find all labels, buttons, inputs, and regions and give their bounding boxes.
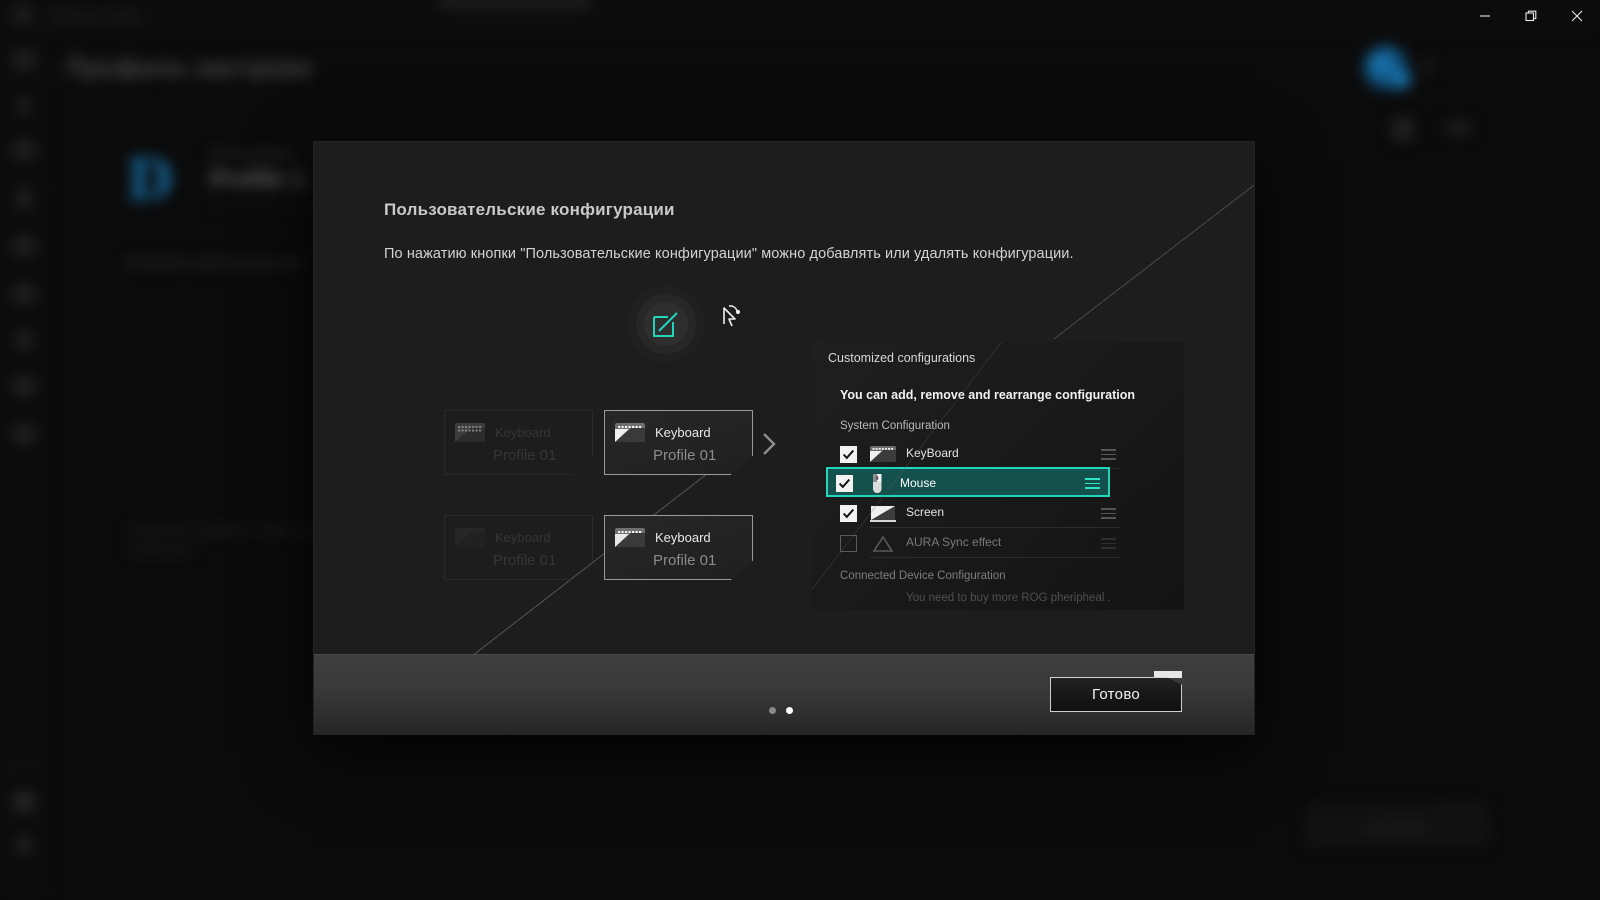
modal-footer: Готово xyxy=(314,654,1254,734)
row-divider xyxy=(870,527,1120,528)
keyboard-icon xyxy=(870,445,896,464)
preview-group-system: System Configuration xyxy=(840,420,950,432)
profile-card-profile: Profile 01 xyxy=(653,447,717,464)
profile-sublabel: Мои профили xyxy=(210,146,294,161)
click-cursor-icon xyxy=(718,302,746,332)
keyboard-icon xyxy=(615,423,645,442)
sidebar-item-scenario[interactable] xyxy=(13,284,35,304)
checkbox-screen[interactable] xyxy=(840,505,857,522)
background-save-button-label: Сохранить xyxy=(1364,818,1430,834)
aura-icon xyxy=(870,534,896,553)
done-button-corner-tab xyxy=(1154,671,1182,678)
edit-pencil-icon xyxy=(652,310,680,338)
footer-help-icon[interactable] xyxy=(14,792,34,812)
footer-info-icon[interactable] xyxy=(14,835,34,855)
chevron-right-icon[interactable] xyxy=(762,432,776,463)
title-bar-strip xyxy=(440,0,590,4)
app-title: Armoury Crate xyxy=(50,8,140,24)
done-button[interactable]: Готово xyxy=(1050,677,1182,712)
profile-card-4[interactable]: Keyboard Profile 01 xyxy=(604,515,753,580)
profile-card-profile: Profile 01 xyxy=(493,552,557,569)
link-icon[interactable] xyxy=(1446,120,1470,136)
drag-handle-icon[interactable] xyxy=(1101,508,1116,522)
modal-body: Пользовательские конфигурации По нажатию… xyxy=(314,142,1254,654)
close-icon[interactable] xyxy=(1554,0,1600,32)
profile-card-1[interactable]: Keyboard Profile 01 xyxy=(444,410,593,475)
background-left-label: ASUS xyxy=(8,760,38,772)
profile-card-3[interactable]: Keyboard Profile 01 xyxy=(444,515,593,580)
config-row-keyboard[interactable]: KeyBoard xyxy=(830,443,1120,469)
sidebar-item-home[interactable] xyxy=(13,50,35,70)
sidebar-item-person[interactable] xyxy=(18,96,30,116)
modal-title: Пользовательские конфигурации xyxy=(384,200,675,219)
notification-icon[interactable] xyxy=(1392,118,1414,140)
profile-card-device: Keyboard xyxy=(495,425,551,440)
keyboard-icon xyxy=(615,528,645,547)
overflow-menu-icon[interactable] xyxy=(1426,58,1430,76)
drag-handle-icon[interactable] xyxy=(1101,449,1116,463)
preview-subtitle: You can add, remove and rearrange config… xyxy=(840,388,1135,402)
mouse-icon xyxy=(864,474,890,493)
profile-card-2[interactable]: Keyboard Profile 01 xyxy=(604,410,753,475)
config-row-screen[interactable]: Screen xyxy=(830,502,1120,528)
drag-handle-icon[interactable] xyxy=(1101,538,1116,552)
pagination-dot-2[interactable] xyxy=(786,707,793,714)
background-hint-text: Выберите приложение для xyxy=(126,254,303,270)
app-logo-icon xyxy=(12,5,34,27)
profile-name: Profile 1 xyxy=(210,166,305,193)
preview-title: Customized configurations xyxy=(828,351,976,365)
checkbox-aura-sync[interactable] xyxy=(840,535,857,552)
sidebar-item-settings[interactable] xyxy=(13,424,35,444)
preview-group-connected: Connected Device Configuration xyxy=(840,570,1006,582)
pagination-dot-1[interactable] xyxy=(769,707,776,714)
config-row-mouse[interactable]: Mouse xyxy=(826,467,1110,497)
config-row-aura-sync[interactable]: AURA Sync effect xyxy=(830,532,1120,558)
checkbox-mouse[interactable] xyxy=(836,475,853,492)
profile-logo-icon: D xyxy=(128,145,173,213)
edit-button-illustration xyxy=(628,286,704,362)
config-row-label: AURA Sync effect xyxy=(906,535,1002,549)
modal-description: По нажатию кнопки "Пользовательские конф… xyxy=(384,246,1074,262)
screen-icon xyxy=(870,504,896,523)
sidebar-item-tools[interactable] xyxy=(16,330,32,350)
keyboard-icon xyxy=(455,528,485,547)
profile-card-profile: Profile 01 xyxy=(493,447,557,464)
window-controls[interactable] xyxy=(1462,0,1600,32)
checkbox-keyboard[interactable] xyxy=(840,446,857,463)
row-divider xyxy=(870,557,1120,558)
profile-card-profile: Profile 01 xyxy=(653,552,717,569)
configuration-preview-panel: Customized configurations You can add, r… xyxy=(812,342,1184,610)
config-row-label: KeyBoard xyxy=(906,446,959,460)
title-bar: Armoury Crate xyxy=(0,0,1600,32)
keyboard-icon xyxy=(455,423,485,442)
drag-handle-icon[interactable] xyxy=(1085,478,1100,492)
sidebar-item-update[interactable] xyxy=(13,376,35,396)
pagination-dots[interactable] xyxy=(769,707,793,714)
profile-card-device: Keyboard xyxy=(655,425,711,440)
config-row-label: Mouse xyxy=(900,476,937,490)
avatar-status-dot xyxy=(1394,72,1410,88)
sidebar-item-fan[interactable] xyxy=(13,236,35,256)
background-save-button[interactable]: Сохранить xyxy=(1306,807,1488,845)
page-title: Профиль настроек xyxy=(66,52,312,82)
tutorial-modal: Пользовательские конфигурации По нажатию… xyxy=(314,142,1254,734)
profile-card-device: Keyboard xyxy=(655,530,711,545)
sidebar-item-lighting[interactable] xyxy=(16,188,32,208)
preview-footnote: You need to buy more ROG pheripheal . xyxy=(906,592,1111,604)
profile-card-device: Keyboard xyxy=(495,530,551,545)
sidebar-item-devices[interactable] xyxy=(13,140,35,160)
config-row-label: Screen xyxy=(906,505,945,519)
restore-icon[interactable] xyxy=(1508,0,1554,32)
minimize-icon[interactable] xyxy=(1462,0,1508,32)
application-window: Armoury Crate Профиль настроек D Мои про… xyxy=(0,0,1600,900)
